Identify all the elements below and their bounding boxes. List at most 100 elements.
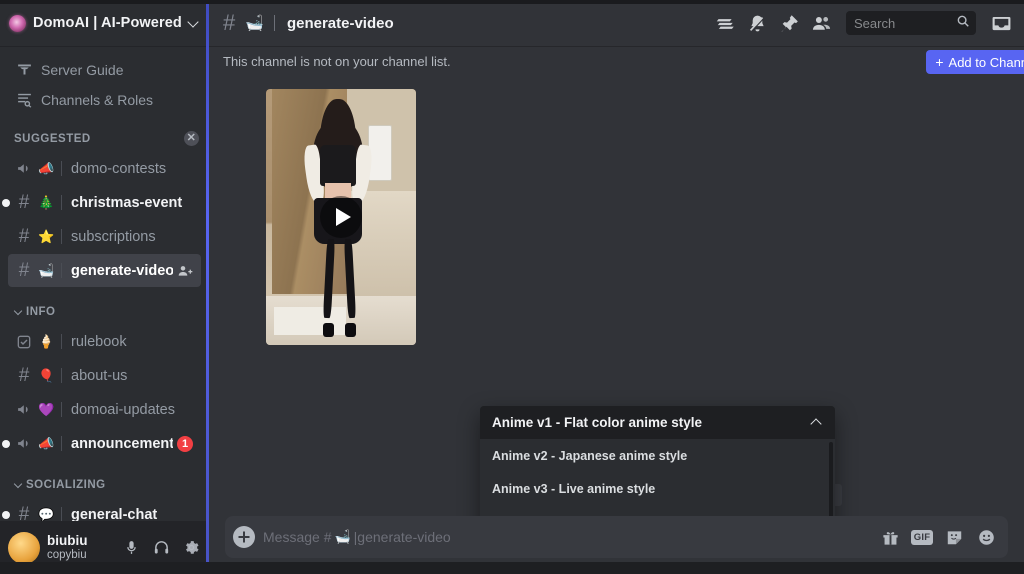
style-dropdown[interactable]: Anime v1 - Flat color anime style Anime … xyxy=(480,406,835,516)
channel-name: subscriptions xyxy=(71,228,156,245)
channel-domo-contests[interactable]: 📣 domo-contests xyxy=(8,152,201,185)
video-attachment[interactable] xyxy=(266,89,416,345)
channel-emoji: 🍦 xyxy=(38,334,55,349)
dropdown-option-illustration-v1[interactable]: Illustration v1 - 3D cartoon style xyxy=(480,506,835,517)
emoji-icon[interactable] xyxy=(974,525,998,549)
channel-notice-bar: This channel is not on your channel list… xyxy=(209,47,1024,76)
unread-indicator xyxy=(2,510,10,519)
unread-indicator xyxy=(2,439,10,448)
channel-general-chat[interactable]: # 💬 general-chat xyxy=(2,498,201,522)
channel-emoji: 💜 xyxy=(38,402,55,417)
window-bottom-edge xyxy=(0,562,1024,574)
chevron-up-icon xyxy=(811,417,823,429)
unread-badge: 1 xyxy=(177,435,193,452)
sidebar-item-channels-roles[interactable]: Channels & Roles xyxy=(8,85,201,114)
channels-roles-icon xyxy=(15,91,34,108)
hash-icon: # xyxy=(18,504,30,521)
server-header-button[interactable]: DomoAI | AI-Powered A xyxy=(0,0,209,47)
notice-text: This channel is not on your channel list… xyxy=(223,54,451,69)
category-suggested[interactable]: SUGGESTED ✕ xyxy=(8,128,201,150)
hash-icon: # xyxy=(18,192,30,213)
hash-icon: # xyxy=(223,10,236,35)
gif-icon[interactable]: GIF xyxy=(910,525,934,549)
divider xyxy=(61,161,62,176)
attach-plus-icon[interactable] xyxy=(233,526,255,548)
hash-icon: # xyxy=(18,226,30,247)
search-placeholder: Search xyxy=(854,15,896,31)
server-name: DomoAI | AI-Powered A xyxy=(33,15,181,31)
channel-subscriptions[interactable]: # ⭐ subscriptions xyxy=(8,220,201,253)
avatar[interactable] xyxy=(8,531,40,564)
sticker-icon[interactable] xyxy=(942,525,966,549)
main-content: # 🛁 generate-video Search This channel i… xyxy=(209,0,1024,574)
announcement-icon xyxy=(14,159,34,178)
divider xyxy=(273,15,275,31)
channel-generate-video[interactable]: # 🛁 generate-video xyxy=(8,254,201,287)
channel-name: christmas-event xyxy=(71,194,183,211)
headphones-icon[interactable] xyxy=(150,536,173,559)
gear-icon[interactable] xyxy=(180,536,203,559)
members-icon[interactable] xyxy=(808,10,834,36)
rules-icon xyxy=(14,332,34,351)
channel-name: domoai-updates xyxy=(71,401,175,418)
channel-name: domo-contests xyxy=(71,160,167,177)
dropdown-scrollbar[interactable] xyxy=(829,442,833,516)
bell-muted-icon[interactable] xyxy=(744,10,770,36)
channel-emoji: 📣 xyxy=(38,161,55,176)
divider xyxy=(61,402,62,417)
channel-domoai-updates[interactable]: 💜 domoai-updates xyxy=(8,393,201,426)
microphone-icon[interactable] xyxy=(120,536,143,559)
page-title: generate-video xyxy=(286,14,394,32)
dropdown-option-anime-v2[interactable]: Anime v2 - Japanese anime style xyxy=(480,439,835,473)
chevron-down-icon xyxy=(188,17,199,28)
add-button-label: Add to Channel L xyxy=(948,54,1024,70)
search-icon xyxy=(956,14,970,33)
hash-icon: # xyxy=(18,260,30,281)
channel-name: general-chat xyxy=(71,506,158,522)
announcement-icon xyxy=(14,434,34,453)
category-label: INFO xyxy=(26,306,56,318)
divider xyxy=(61,368,62,383)
gif-label: GIF xyxy=(910,529,934,545)
dropdown-option-anime-v3[interactable]: Anime v3 - Live anime style xyxy=(480,473,835,507)
divider xyxy=(61,507,62,521)
sidebar-item-server-guide[interactable]: Server Guide xyxy=(8,55,201,84)
search-input[interactable]: Search xyxy=(846,11,976,35)
channel-rulebook[interactable]: 🍦 rulebook xyxy=(8,325,201,358)
category-info[interactable]: INFO xyxy=(8,301,201,323)
channel-emoji: ⭐ xyxy=(38,229,55,244)
message-placeholder: Message # 🛁 |generate-video xyxy=(263,529,870,545)
channel-emoji: 💬 xyxy=(38,507,55,521)
category-socializing[interactable]: SOCIALIZING xyxy=(8,474,201,496)
pin-icon[interactable] xyxy=(776,10,802,36)
sidebar-scroll-area[interactable]: Server Guide Channels & Roles SUGGESTED … xyxy=(0,47,209,521)
threads-icon[interactable] xyxy=(712,10,738,36)
divider xyxy=(61,436,62,451)
close-icon[interactable]: ✕ xyxy=(184,131,199,146)
channel-name: announcements xyxy=(71,435,173,452)
unread-indicator xyxy=(2,198,10,207)
add-member-icon[interactable] xyxy=(177,263,193,279)
channel-name: generate-video xyxy=(71,262,173,279)
divider xyxy=(61,334,62,349)
divider xyxy=(61,263,62,278)
channel-emoji: 🎄 xyxy=(38,195,55,210)
channel-christmas-event[interactable]: # 🎄 christmas-event xyxy=(2,186,201,219)
placeholder-emoji: 🛁 xyxy=(334,529,351,544)
channel-about-us[interactable]: # 🎈 about-us xyxy=(8,359,201,392)
user-info[interactable]: biubiu copybiu xyxy=(47,533,113,562)
add-to-channel-list-button[interactable]: + Add to Channel L xyxy=(926,50,1024,74)
gift-icon[interactable] xyxy=(878,525,902,549)
channel-name: about-us xyxy=(71,367,128,384)
style-dropdown-selected[interactable]: Anime v1 - Flat color anime style xyxy=(480,406,835,439)
message-list[interactable]: More Anime v1 - Flat color anime style A… xyxy=(209,76,1024,516)
inbox-icon[interactable] xyxy=(988,10,1014,36)
sidebar-item-label: Channels & Roles xyxy=(41,91,154,108)
message-input[interactable]: Message # 🛁 |generate-video GIF xyxy=(225,516,1008,558)
window-top-edge xyxy=(0,0,1024,4)
channel-announcements[interactable]: 📣 announcements 1 xyxy=(2,427,201,460)
play-button-icon[interactable] xyxy=(319,195,363,239)
channel-emoji: 📣 xyxy=(38,436,55,451)
announcement-icon xyxy=(14,400,34,419)
user-name: biubiu xyxy=(47,533,88,549)
